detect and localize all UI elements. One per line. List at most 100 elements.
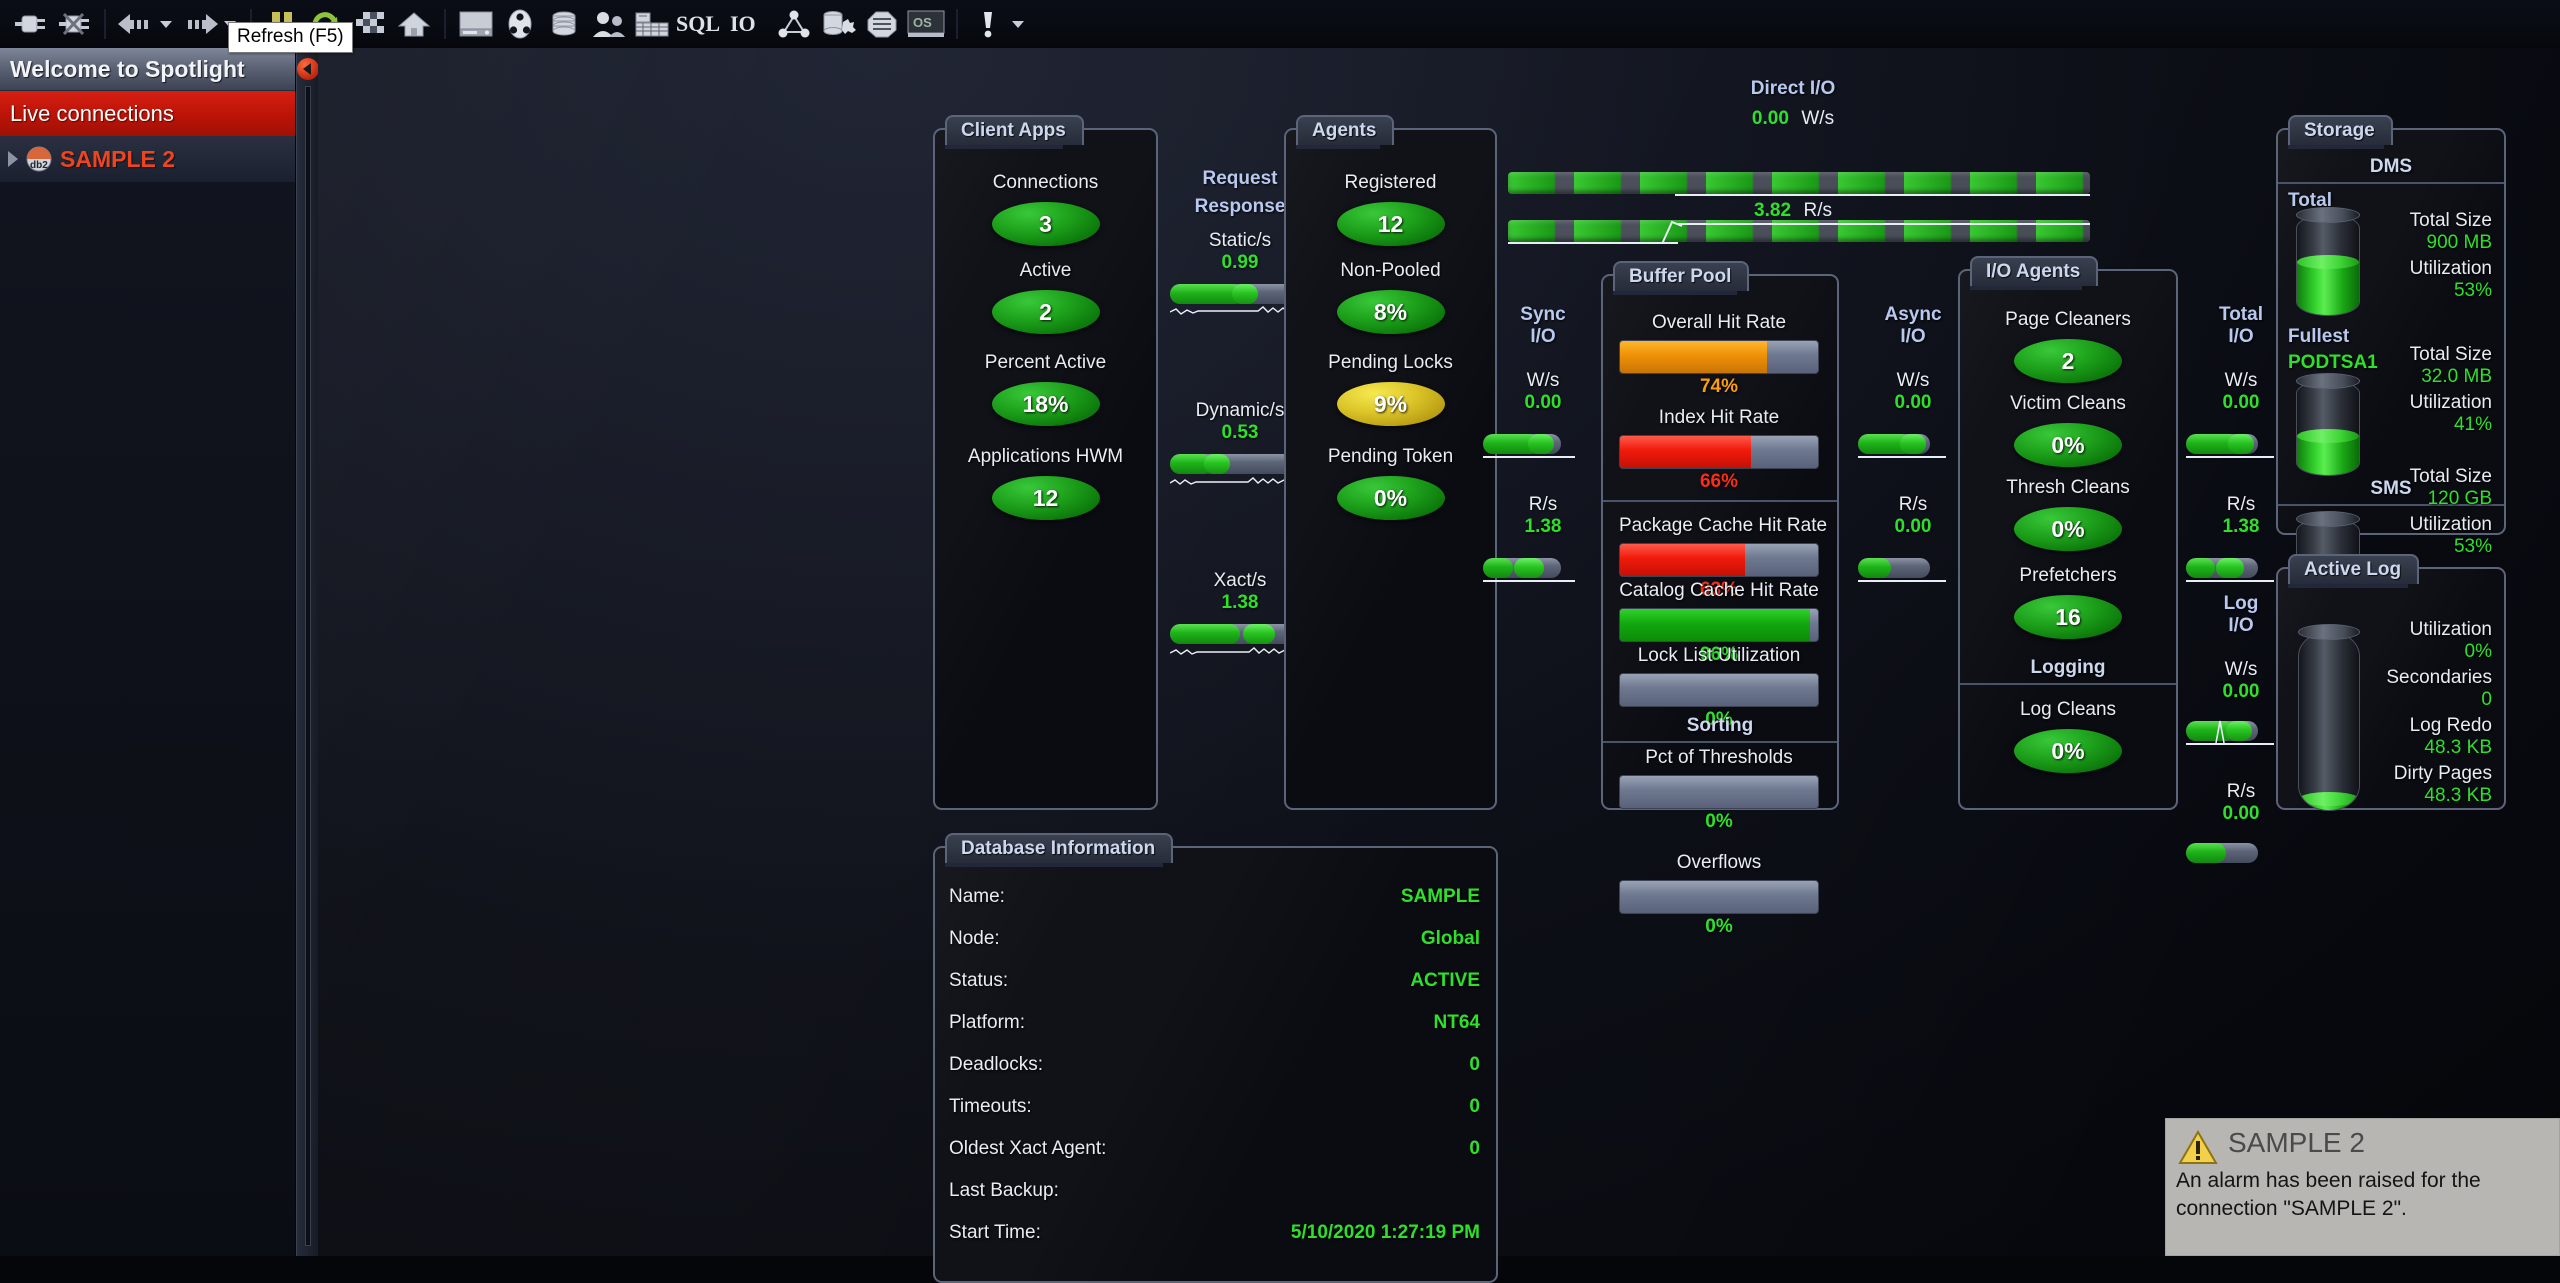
toolbar-separator-3 <box>444 9 446 39</box>
storage-fullest-label: Fullest <box>2288 326 2350 347</box>
server-button[interactable] <box>454 2 498 46</box>
gauge-bubble: 9% <box>1336 382 1445 426</box>
metric-active[interactable]: Active 2 <box>935 260 1156 334</box>
alarms-button[interactable] <box>966 2 1010 46</box>
sync-io-read-value: 1.38 <box>1524 516 1562 537</box>
panel-client-apps-title[interactable]: Client Apps <box>945 115 1084 145</box>
metric-applications-hwm[interactable]: Applications HWM 12 <box>935 446 1156 520</box>
storage-total-readout: Total Size 900 MB Utilization 53% <box>2409 210 2492 301</box>
databases-button[interactable] <box>542 2 586 46</box>
storage-fullest-readout: Total Size 32.0 MB Utilization 41% <box>2409 344 2492 435</box>
async-io-read-pipe <box>1858 558 1930 578</box>
toolbar-separator-4 <box>956 9 958 39</box>
direct-io-read-baseline-left <box>1508 242 1678 244</box>
sync-io-write-value: 0.00 <box>1524 392 1562 413</box>
sync-io-read-baseline <box>1483 580 1575 582</box>
storage-sms-readout: Total Size 120 GB Utilization 53% <box>2409 466 2492 557</box>
sync-io-write-baseline <box>1483 456 1575 458</box>
os-button[interactable]: OS <box>904 2 948 46</box>
alarm-toast-message: An alarm has been raised for the connect… <box>2176 1169 2481 1220</box>
gauge-bubble: 12 <box>1336 202 1445 246</box>
async-io-write-unit: W/s <box>1896 370 1930 391</box>
gauge-bubble: 2 <box>2014 339 2122 383</box>
playback-button[interactable] <box>348 2 392 46</box>
toolbar-separator-1 <box>104 9 106 39</box>
tablespaces-button[interactable] <box>630 2 674 46</box>
expand-arrow-icon[interactable] <box>8 151 18 167</box>
sessions-button[interactable] <box>498 2 542 46</box>
buffer-pool-divider-2 <box>1603 741 1837 743</box>
logs-button[interactable] <box>860 2 904 46</box>
sql-button[interactable]: SQL <box>674 2 726 46</box>
async-io-write-baseline <box>1858 456 1946 458</box>
collapse-left-icon[interactable] <box>297 58 319 80</box>
direct-io-read-baseline-right <box>1678 223 2090 225</box>
connect-button[interactable] <box>8 2 52 46</box>
panel-database-information: Database Information Name: SAMPLE Node: … <box>933 833 1498 1283</box>
sync-io-group: Sync I/O W/s 0.00 R/s 1.38 <box>1483 304 1603 754</box>
table-row: Status: ACTIVE <box>949 970 1480 991</box>
svg-text:IO: IO <box>730 11 756 36</box>
metric-pending-locks[interactable]: Pending Locks 9% <box>1286 352 1495 426</box>
metric-registered[interactable]: Registered 12 <box>1286 172 1495 246</box>
metric-log-cleans[interactable]: Log Cleans 0% <box>1960 699 2176 773</box>
bar-overflows[interactable]: Overflows 0% <box>1619 852 1819 938</box>
metric-non-pooled[interactable]: Non-Pooled 8% <box>1286 260 1495 334</box>
svg-text:SQL: SQL <box>676 11 720 36</box>
alarm-dropdown-icon[interactable] <box>1012 20 1024 28</box>
gauge-bubble: 18% <box>991 382 1100 426</box>
refresh-tooltip: Refresh (F5) <box>228 22 353 53</box>
bar-pct-of-thresholds[interactable]: Pct of Thresholds 0% <box>1619 747 1819 833</box>
sync-io-title-line2: I/O <box>1530 326 1556 347</box>
forward-button[interactable] <box>178 2 222 46</box>
panel-io-agents-title[interactable]: I/O Agents <box>1970 256 2099 286</box>
metric-connections[interactable]: Connections 3 <box>935 172 1156 246</box>
gauge-bubble: 3 <box>991 202 1100 246</box>
bar-index-hit-rate[interactable]: Index Hit Rate 66% <box>1619 407 1819 493</box>
topology-button[interactable] <box>772 2 816 46</box>
panel-storage-title[interactable]: Storage <box>2288 115 2393 145</box>
bar-overall-hit-rate[interactable]: Overall Hit Rate 74% <box>1619 312 1819 398</box>
back-button[interactable] <box>114 2 158 46</box>
storage-tool-button[interactable] <box>816 2 860 46</box>
svg-text:OS: OS <box>913 15 932 30</box>
active-log-readout: Utilization 0% Secondaries 0 Log Redo 48… <box>2386 619 2492 806</box>
direct-io-group: Direct I/O 0.00 W/s <box>1483 78 2103 130</box>
gauge-bubble: 0% <box>2014 729 2122 773</box>
metric-percent-active[interactable]: Percent Active 18% <box>935 352 1156 426</box>
async-io-title-line1: Async <box>1884 304 1942 325</box>
back-dropdown-icon[interactable] <box>160 20 172 28</box>
io-agents-logging-header: Logging <box>2030 657 2106 678</box>
sidebar-item-sample-2[interactable]: db2 SAMPLE 2 <box>0 136 295 182</box>
metric-victim-cleans[interactable]: Victim Cleans 0% <box>1960 393 2176 467</box>
panel-active-log-title[interactable]: Active Log <box>2288 554 2420 584</box>
alarm-toast[interactable]: SAMPLE 2 An alarm has been raised for th… <box>2165 1118 2560 1256</box>
panel-database-information-title[interactable]: Database Information <box>945 833 1174 863</box>
sidebar-collapse-strip[interactable] <box>296 48 319 1256</box>
table-row: Deadlocks: 0 <box>949 1054 1480 1075</box>
panel-buffer-pool-title[interactable]: Buffer Pool <box>1613 261 1750 291</box>
panel-buffer-pool: Buffer Pool Overall Hit Rate 74% Index H… <box>1601 261 1839 937</box>
db2-connection-icon: db2 <box>26 146 52 172</box>
sidebar-section-live-connections[interactable]: Live connections <box>0 91 295 136</box>
panel-storage: Storage DMS Total Total Size 900 MB Util… <box>2276 115 2506 614</box>
warning-icon <box>2178 1130 2218 1164</box>
metric-prefetchers[interactable]: Prefetchers 16 <box>1960 565 2176 639</box>
alarm-toast-title: SAMPLE 2 <box>2228 1127 2365 1158</box>
metric-page-cleaners[interactable]: Page Cleaners 2 <box>1960 309 2176 383</box>
metric-thresh-cleans[interactable]: Thresh Cleans 0% <box>1960 477 2176 551</box>
sync-io-read-pipe <box>1483 558 1561 578</box>
io-agents-divider <box>1960 683 2176 685</box>
svg-text:db2: db2 <box>30 160 48 171</box>
gauge-bubble: 0% <box>2014 423 2122 467</box>
async-io-write-value: 0.00 <box>1894 392 1932 413</box>
io-button[interactable]: IO <box>726 2 772 46</box>
home-button[interactable] <box>392 2 436 46</box>
metric-pending-token[interactable]: Pending Token 0% <box>1286 446 1495 520</box>
gauge-bubble: 0% <box>1336 476 1445 520</box>
sync-io-write-unit: W/s <box>1526 370 1560 391</box>
panel-agents-title[interactable]: Agents <box>1296 115 1395 145</box>
users-button[interactable] <box>586 2 630 46</box>
sidebar-splitter[interactable] <box>305 86 311 1246</box>
disconnect-button[interactable] <box>52 2 96 46</box>
